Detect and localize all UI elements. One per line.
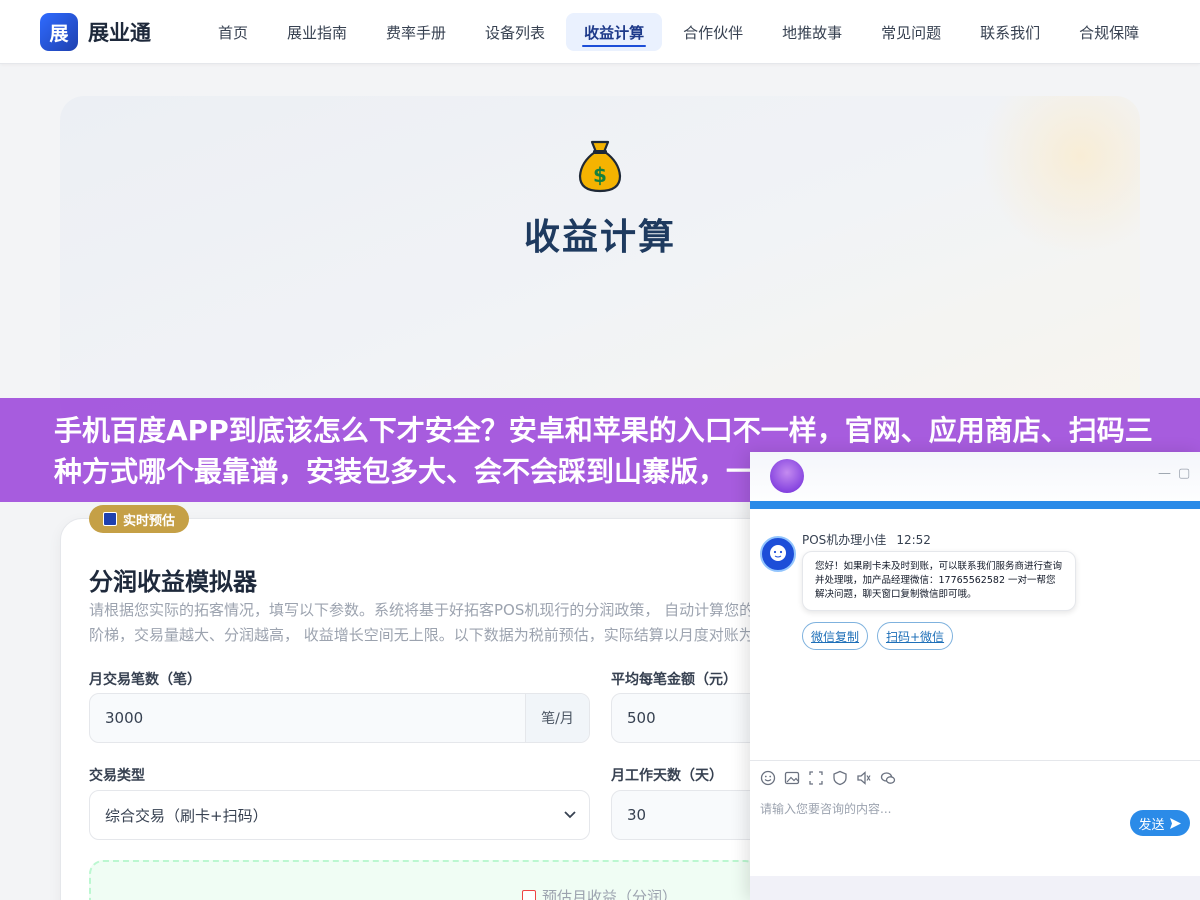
work-days-label: 月工作天数（天）: [611, 768, 723, 784]
send-icon: [1169, 817, 1181, 829]
agent-name: POS机办理小佳: [802, 533, 887, 547]
monthly-count-label: 月交易笔数（笔）: [89, 672, 201, 688]
calculator-description: 请根据您实际的拓客情况，填写以下参数。系统将基于好拓客POS机现行的分润政策， …: [89, 601, 755, 644]
logo-mark: 展: [40, 13, 78, 51]
agent-avatar: [760, 536, 796, 572]
send-label: 发送: [1138, 817, 1165, 833]
nav-item-devices[interactable]: 设备列表: [467, 13, 563, 51]
emoji-icon[interactable]: [760, 770, 776, 786]
avg-amount-input[interactable]: 500: [611, 693, 771, 743]
send-button[interactable]: 发送: [1130, 810, 1190, 836]
nav-item-guide[interactable]: 展业指南: [269, 13, 365, 51]
avg-amount-label: 平均每笔金额（元）: [611, 672, 737, 688]
svg-text:$: $: [593, 163, 607, 187]
chevron-down-icon[interactable]: [551, 791, 589, 839]
monthly-count-input[interactable]: 3000 笔/月: [89, 693, 590, 743]
realtime-badge: 实时预估: [89, 505, 190, 533]
chart-icon: [522, 889, 536, 900]
nav-item-earnings[interactable]: 收益计算: [566, 13, 663, 51]
agent-message-bubble: 您好！如果刷卡未及时到账，可以联系我们服务商进行查询并处理哦，加产品经理微信：1…: [802, 551, 1076, 611]
txn-type-select[interactable]: 综合交易（刷卡+扫码）: [89, 790, 590, 840]
nav-item-compliance[interactable]: 合规保障: [1061, 13, 1157, 51]
chat-header-bar: [750, 501, 1200, 509]
page-title: 收益计算: [523, 217, 676, 258]
chat-input[interactable]: 请输入您要咨询的内容...: [760, 800, 891, 817]
chat-toolbar: [760, 770, 896, 786]
main-nav: 首页 展业指南 费率手册 设备列表 收益计算 合作伙伴 地推故事 常见问题 联系…: [200, 13, 1160, 51]
hero-section: $ 收益计算: [60, 96, 1140, 426]
nav-item-home[interactable]: 首页: [200, 13, 266, 51]
top-navigation-bar: 展 展业通 首页 展业指南 费率手册 设备列表 收益计算 合作伙伴 地推故事 常…: [0, 0, 1200, 64]
chat-footer: [750, 876, 1200, 900]
txn-type-label: 交易类型: [89, 768, 145, 784]
message-time: 12:52: [896, 533, 931, 547]
money-bag-icon: $: [578, 140, 622, 193]
maximize-icon[interactable]: ▢: [1178, 466, 1190, 481]
chat-header: — ▢: [750, 452, 1200, 508]
chat-header-avatar: [770, 459, 804, 493]
txn-type-value[interactable]: 综合交易（刷卡+扫码）: [90, 791, 551, 839]
chat-widget: — ▢ POS机办理小佳 12:52 您好！如果刷卡未及时到账，可以联系我们服务商…: [750, 452, 1200, 900]
sound-icon[interactable]: [856, 770, 872, 786]
scan-wechat-button[interactable]: 扫码+微信: [877, 622, 954, 650]
monthly-count-unit: 笔/月: [525, 694, 589, 742]
wechat-icon[interactable]: [880, 770, 896, 786]
logo-text: 展业通: [88, 21, 151, 45]
chat-divider: [750, 760, 1200, 761]
agent-name-line: POS机办理小佳 12:52: [802, 531, 931, 548]
result-heading: 预估月收益（分润）: [522, 886, 677, 900]
work-days-input[interactable]: 30: [611, 790, 771, 840]
badge-label: 实时预估: [123, 513, 176, 529]
monthly-count-value[interactable]: 3000: [90, 694, 525, 742]
site-logo[interactable]: 展 展业通: [40, 13, 151, 51]
screenshot-icon[interactable]: [808, 770, 824, 786]
nav-item-faq[interactable]: 常见问题: [863, 13, 959, 51]
calculator-title: 分润收益模拟器: [89, 568, 257, 596]
avg-amount-value[interactable]: 500: [612, 694, 770, 742]
nav-item-contact[interactable]: 联系我们: [962, 13, 1058, 51]
copy-wechat-button[interactable]: 微信复制: [802, 622, 869, 650]
image-icon[interactable]: [784, 770, 800, 786]
result-label: 预估月收益（分润）: [542, 888, 678, 900]
calculator-icon: [103, 512, 117, 526]
nav-item-stories[interactable]: 地推故事: [764, 13, 860, 51]
nav-item-rates[interactable]: 费率手册: [368, 13, 464, 51]
work-days-value[interactable]: 30: [612, 791, 770, 839]
nav-item-partners[interactable]: 合作伙伴: [665, 13, 761, 51]
evaluate-icon[interactable]: [832, 770, 848, 786]
minimize-icon[interactable]: —: [1158, 466, 1171, 481]
